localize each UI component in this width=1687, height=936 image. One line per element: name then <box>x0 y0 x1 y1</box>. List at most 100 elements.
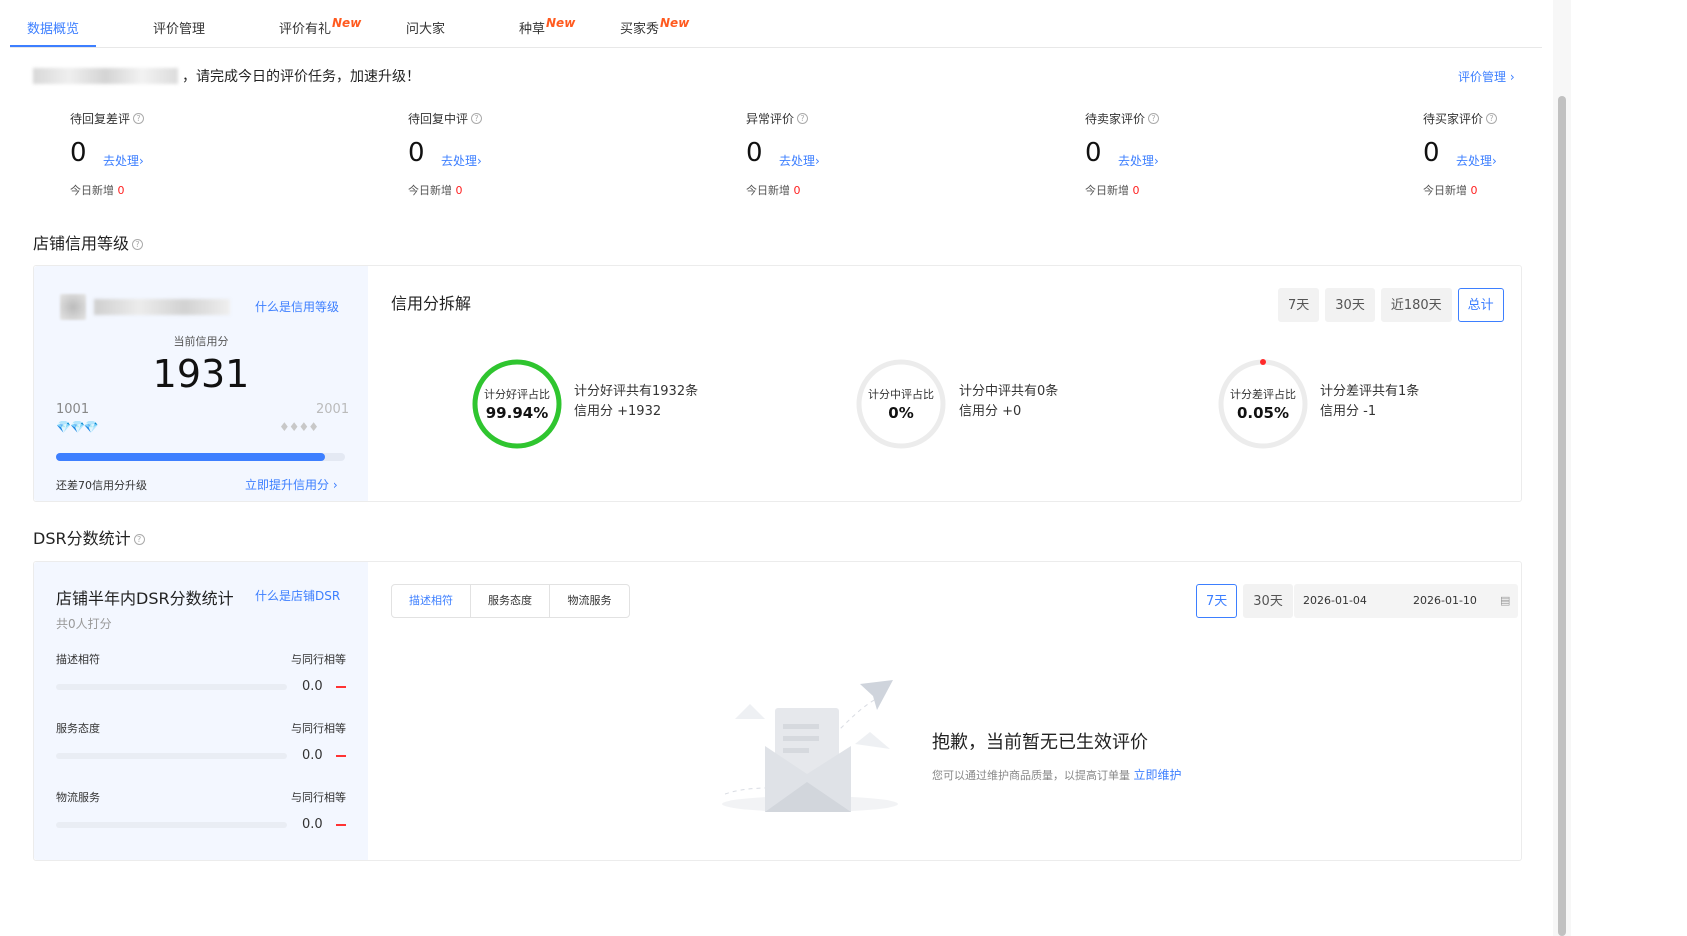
go-handle-link[interactable]: 去处理› <box>441 152 482 169</box>
new-badge: New <box>660 16 690 30</box>
diamond-icons-next: ♦♦♦♦ <box>279 420 319 434</box>
what-is-dsr-link[interactable]: 什么是店铺DSR <box>255 587 340 604</box>
date-range-picker[interactable]: 2026-01-04 2026-01-10 ▤ <box>1294 584 1518 618</box>
stat-value: 0 <box>746 138 763 168</box>
shop-name-blurred <box>94 299 230 315</box>
active-tab-indicator <box>10 45 96 47</box>
equal-dash-icon <box>336 686 346 688</box>
stat-value: 0 <box>1423 138 1440 168</box>
today-new: 今日新增 0 <box>1085 182 1140 198</box>
period-30d[interactable]: 30天 <box>1325 288 1375 322</box>
dsr-period-selector: 7天 30天 <box>1196 584 1293 618</box>
link-label: 去处理 <box>441 154 478 168</box>
review-management-link[interactable]: 评价管理 › <box>1458 68 1515 85</box>
stat-label: 待卖家评价 <box>1085 112 1146 126</box>
stat-pending-buyer: 待买家评价? 0 去处理› 今日新增 0 <box>1423 108 1498 197</box>
credit-score: 1931 <box>152 352 250 396</box>
neutral-desc: 计分中评共有0条 信用分 +0 <box>959 382 1058 422</box>
today-label: 今日新增 <box>746 184 790 197</box>
tab-data-overview[interactable]: 数据概览 <box>27 18 79 37</box>
credit-progress-bar <box>56 453 345 461</box>
chevron-right-icon: › <box>477 154 482 168</box>
calendar-icon: ▤ <box>1500 594 1511 607</box>
tab-label: 评价有礼 <box>279 22 332 37</box>
range-high: 2001 <box>316 402 350 417</box>
link-label: 去处理 <box>1118 154 1155 168</box>
dsr-card-title: 店铺半年内DSR分数统计 <box>56 589 234 608</box>
segment-service[interactable]: 服务态度 <box>471 585 550 617</box>
tab-label: 评价管理 <box>153 22 206 37</box>
ring-percent: 0.05% <box>1236 404 1290 422</box>
go-handle-link[interactable]: 去处理› <box>1456 152 1497 169</box>
help-icon[interactable]: ? <box>1148 113 1160 124</box>
shop-avatar <box>60 294 86 320</box>
stat-pending-seller: 待卖家评价? 0 去处理› 今日新增 0 <box>1085 108 1160 197</box>
scrollbar-thumb[interactable] <box>1558 96 1566 936</box>
chevron-right-icon: › <box>139 154 144 168</box>
credit-section-title: 店铺信用等级? <box>33 230 144 254</box>
period-total[interactable]: 总计 <box>1457 288 1504 322</box>
current-credit-label: 当前信用分 <box>173 335 229 348</box>
chevron-right-icon: › <box>815 154 820 168</box>
help-icon[interactable]: ? <box>133 113 145 124</box>
today-new: 今日新增 0 <box>70 182 125 198</box>
ring-percent: 99.94% <box>485 404 549 422</box>
empty-subtitle: 您可以通过维护商品质量，以提高订单量 立即维护 <box>932 766 1182 783</box>
what-is-credit-link[interactable]: 什么是信用等级 <box>255 298 339 315</box>
dsr-period-30d[interactable]: 30天 <box>1243 584 1293 618</box>
help-icon[interactable]: ? <box>132 239 144 250</box>
link-label: 评价管理 <box>1458 70 1507 84</box>
dsr-dimension-tabs: 描述相符 服务态度 物流服务 <box>391 584 630 618</box>
help-icon[interactable]: ? <box>471 113 483 124</box>
desc-count: 计分差评共有1条 <box>1320 384 1420 399</box>
desc-score: 信用分 +1932 <box>574 404 662 419</box>
equal-dash-icon <box>336 824 346 826</box>
today-label: 今日新增 <box>70 184 114 197</box>
dsr-compare: 与同行相等 <box>291 722 346 735</box>
stat-abnormal: 异常评价? 0 去处理› 今日新增 0 <box>746 108 820 197</box>
ring-label: 计分中评占比 <box>868 388 934 401</box>
diamond-icons-current: 💎💎💎 <box>56 420 99 434</box>
help-icon[interactable]: ? <box>1486 113 1498 124</box>
neutral-ratio-ring: 计分中评占比 0% <box>855 358 947 450</box>
link-label: 去处理 <box>779 154 816 168</box>
negative-marker <box>1260 359 1266 365</box>
credit-progress-fill <box>56 453 325 461</box>
tab-ask-everyone[interactable]: 问大家 <box>406 18 445 37</box>
dsr-period-7d[interactable]: 7天 <box>1196 584 1238 618</box>
tab-label: 种草 <box>519 22 546 37</box>
go-handle-link[interactable]: 去处理› <box>1118 152 1159 169</box>
today-new: 今日新增 0 <box>408 182 463 198</box>
shop-name-blurred <box>33 68 178 84</box>
help-icon[interactable]: ? <box>797 113 809 124</box>
help-icon[interactable]: ? <box>133 534 145 545</box>
stat-value: 0 <box>408 138 425 168</box>
tab-label: 数据概览 <box>27 22 80 37</box>
tab-buyer-show[interactable]: 买家秀New <box>620 16 690 37</box>
tab-review-gift[interactable]: 评价有礼New <box>279 16 362 37</box>
desc-count: 计分好评共有1932条 <box>574 384 699 399</box>
dsr-compare: 与同行相等 <box>291 653 346 666</box>
ring-label: 计分好评占比 <box>484 388 550 401</box>
segment-logistics[interactable]: 物流服务 <box>550 585 629 617</box>
chevron-right-icon: › <box>1492 154 1497 168</box>
tab-seeding[interactable]: 种草New <box>519 16 575 37</box>
go-handle-link[interactable]: 去处理› <box>779 152 820 169</box>
period-180d[interactable]: 近180天 <box>1380 288 1452 322</box>
new-badge: New <box>332 16 362 30</box>
tab-review-management[interactable]: 评价管理 <box>153 18 205 37</box>
breakdown-title: 信用分拆解 <box>391 294 472 313</box>
dsr-label: 物流服务 <box>56 791 100 804</box>
credit-card: 什么是信用等级 当前信用分 1931 1001 2001 💎💎💎 ♦♦♦♦ 还差… <box>34 266 368 501</box>
link-label: 去处理 <box>1456 154 1493 168</box>
stat-pending-neutral: 待回复中评? 0 去处理› 今日新增 0 <box>408 108 483 197</box>
segment-description[interactable]: 描述相符 <box>392 585 471 617</box>
go-handle-link[interactable]: 去处理› <box>103 152 144 169</box>
maintain-now-link[interactable]: 立即维护 <box>1134 768 1182 782</box>
period-7d[interactable]: 7天 <box>1278 288 1320 322</box>
boost-credit-link[interactable]: 立即提升信用分 › <box>245 476 338 493</box>
desc-score: 信用分 -1 <box>1320 404 1377 419</box>
today-label: 今日新增 <box>1085 184 1129 197</box>
stat-pending-negative: 待回复差评? 0 去处理› 今日新增 0 <box>70 108 145 197</box>
negative-ratio-ring: 计分差评占比 0.05% <box>1217 358 1309 450</box>
